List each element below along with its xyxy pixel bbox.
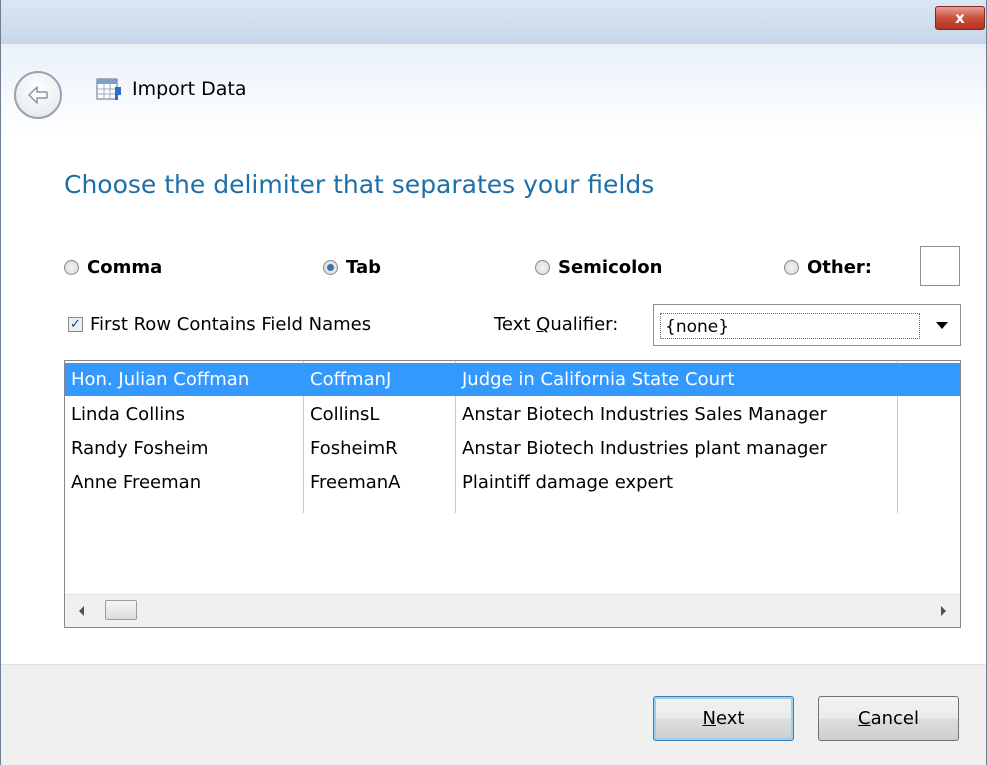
text-qualifier-select[interactable]: {none} xyxy=(653,304,961,346)
radio-indicator xyxy=(535,259,550,275)
table-cell: CoffmanJ xyxy=(310,369,392,390)
page-heading: Choose the delimiter that separates your… xyxy=(64,170,655,199)
data-preview-grid[interactable]: Hon. Julian Coffman CoffmanJ Judge in Ca… xyxy=(64,360,961,628)
cancel-accesskey: C xyxy=(858,708,871,729)
radio-indicator xyxy=(784,259,799,275)
checkmark-icon: ✓ xyxy=(68,317,83,332)
table-cell: Randy Fosheim xyxy=(71,438,209,459)
cancel-button[interactable]: Cancel xyxy=(818,696,959,741)
text-qualifier-accesskey: Q xyxy=(536,314,551,335)
radio-tab[interactable]: Tab xyxy=(323,255,381,279)
table-row[interactable]: Anne Freeman FreemanA Plaintiff damage e… xyxy=(65,466,960,499)
text-qualifier-label-pre: Text xyxy=(494,314,537,335)
back-arrow-icon xyxy=(28,86,48,104)
title-bar: x xyxy=(1,0,986,44)
radio-other-label: Other: xyxy=(807,256,873,278)
close-button[interactable]: x xyxy=(935,6,985,30)
radio-indicator xyxy=(323,259,338,275)
scroll-left-arrow-icon[interactable] xyxy=(79,606,84,616)
window-title: Import Data xyxy=(132,78,247,100)
radio-semicolon-label: Semicolon xyxy=(558,256,663,278)
scroll-right-arrow-icon[interactable] xyxy=(941,606,946,616)
scrollbar-thumb[interactable] xyxy=(105,600,137,620)
table-row[interactable]: Linda Collins CollinsL Anstar Biotech In… xyxy=(65,398,960,431)
table-row[interactable]: Randy Fosheim FosheimR Anstar Biotech In… xyxy=(65,432,960,465)
horizontal-scrollbar[interactable] xyxy=(65,594,960,627)
radio-semicolon[interactable]: Semicolon xyxy=(535,255,662,279)
table-cell: Linda Collins xyxy=(71,404,185,425)
next-accesskey: N xyxy=(702,708,716,729)
radio-other[interactable]: Other: xyxy=(784,255,872,279)
table-cell: Anstar Biotech Industries plant manager xyxy=(462,438,827,459)
first-row-field-names-checkbox[interactable]: ✓ First Row Contains Field Names xyxy=(68,314,371,335)
back-button[interactable] xyxy=(14,71,62,119)
delimiter-options: Comma Tab Semicolon Other: xyxy=(1,255,986,279)
radio-tab-label: Tab xyxy=(346,256,381,278)
table-row[interactable]: Hon. Julian Coffman CoffmanJ Judge in Ca… xyxy=(65,363,960,396)
table-cell: FreemanA xyxy=(310,472,401,493)
table-cell: Anstar Biotech Industries Sales Manager xyxy=(462,404,827,425)
close-icon: x xyxy=(955,9,965,27)
text-qualifier-label-post: ualifier: xyxy=(550,314,619,335)
text-qualifier-value: {none} xyxy=(660,313,920,339)
table-cell: Judge in California State Court xyxy=(462,369,735,390)
first-row-label: First Row Contains Field Names xyxy=(90,314,372,335)
table-cell: Hon. Julian Coffman xyxy=(71,369,250,390)
dropdown-arrow-icon xyxy=(936,322,948,329)
cancel-label: ancel xyxy=(870,708,919,729)
text-qualifier-label: Text Qualifier: xyxy=(494,314,618,335)
next-label: ext xyxy=(716,708,745,729)
radio-comma[interactable]: Comma xyxy=(64,255,162,279)
radio-comma-label: Comma xyxy=(87,256,163,278)
next-button[interactable]: Next xyxy=(653,696,794,741)
table-cell: CollinsL xyxy=(310,404,380,425)
radio-indicator xyxy=(64,259,79,275)
import-data-window: x Import Data Choose the delimiter that … xyxy=(0,0,987,765)
table-cell: Plaintiff damage expert xyxy=(462,472,674,493)
table-cell: FosheimR xyxy=(310,438,398,459)
other-delimiter-input[interactable] xyxy=(920,246,960,286)
table-cell: Anne Freeman xyxy=(71,472,202,493)
import-data-icon xyxy=(96,78,121,100)
